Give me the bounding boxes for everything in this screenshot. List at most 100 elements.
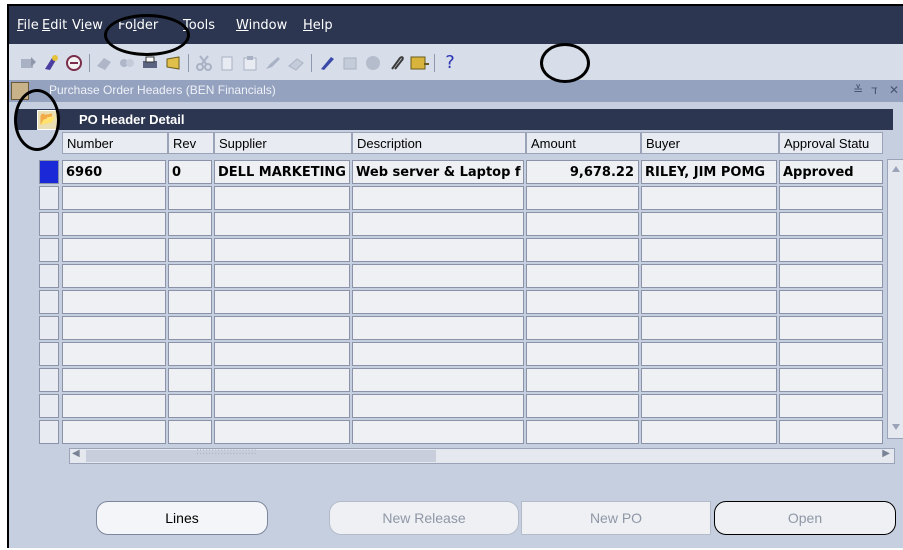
column-header-amount[interactable]: Amount [526, 132, 641, 154]
table-cell-empty[interactable] [641, 420, 777, 444]
row-selector[interactable] [39, 420, 59, 444]
paste-icon[interactable] [241, 54, 259, 72]
column-header-supplier[interactable]: Supplier [214, 132, 352, 154]
table-cell-empty[interactable] [168, 394, 212, 418]
table-cell-empty[interactable] [214, 264, 350, 288]
new-release-button[interactable]: New Release [329, 501, 519, 535]
table-cell-empty[interactable] [779, 186, 883, 210]
table-cell-empty[interactable] [779, 290, 883, 314]
table-cell-empty[interactable] [214, 290, 350, 314]
table-cell-empty[interactable] [641, 212, 777, 236]
column-header-description[interactable]: Description [352, 132, 526, 154]
table-cell-empty[interactable] [526, 212, 639, 236]
table-cell-empty[interactable] [214, 238, 350, 262]
table-cell-empty[interactable] [168, 212, 212, 236]
row-selector[interactable] [39, 264, 59, 288]
cut-icon[interactable] [195, 54, 213, 72]
close-icon[interactable]: ✕ [889, 83, 899, 97]
table-cell-empty[interactable] [779, 394, 883, 418]
table-cell-empty[interactable] [779, 342, 883, 366]
attachments-icon[interactable] [318, 54, 336, 72]
horizontal-scroll-thumb[interactable]: :::::::::::::::::::: [86, 447, 436, 462]
table-cell-empty[interactable] [779, 316, 883, 340]
column-header-buyer[interactable]: Buyer [641, 132, 779, 154]
cell-buyer[interactable]: RILEY, JIM POMG [641, 160, 777, 184]
menu-file[interactable]: File [17, 18, 39, 33]
table-cell-empty[interactable] [641, 394, 777, 418]
switch-responsibility-icon[interactable] [118, 54, 136, 72]
lines-button[interactable]: Lines [96, 501, 268, 535]
open-button[interactable]: Open [714, 501, 896, 535]
copy-icon[interactable] [218, 54, 236, 72]
table-cell-empty[interactable] [779, 212, 883, 236]
table-cell-empty[interactable] [62, 394, 166, 418]
table-cell-empty[interactable] [641, 368, 777, 392]
table-cell-empty[interactable] [352, 342, 524, 366]
table-cell-empty[interactable] [352, 186, 524, 210]
table-cell-empty[interactable] [352, 264, 524, 288]
table-cell-empty[interactable] [168, 342, 212, 366]
print-icon[interactable] [141, 54, 159, 72]
zoom-icon[interactable] [410, 54, 429, 72]
table-cell-empty[interactable] [526, 264, 639, 288]
cell-number[interactable]: 6960 [62, 160, 166, 184]
find-icon[interactable] [42, 54, 60, 72]
table-cell-empty[interactable] [62, 238, 166, 262]
row-selector[interactable] [39, 394, 59, 418]
row-selector[interactable] [39, 290, 59, 314]
column-header-approval-status[interactable]: Approval Statu [779, 132, 883, 154]
cell-description[interactable]: Web server & Laptop f [352, 160, 524, 184]
scroll-right-icon[interactable]: ▶ [882, 448, 890, 459]
table-cell-empty[interactable] [526, 186, 639, 210]
cell-rev[interactable]: 0 [168, 160, 212, 184]
menu-help[interactable]: Help [303, 18, 333, 33]
minimize-icon[interactable]: ≚ [853, 83, 863, 97]
table-cell-empty[interactable] [168, 316, 212, 340]
cell-amount[interactable]: 9,678.22 [526, 160, 639, 184]
table-cell-empty[interactable] [62, 342, 166, 366]
column-header-rev[interactable]: Rev [168, 132, 214, 154]
table-cell-empty[interactable] [214, 368, 350, 392]
table-cell-empty[interactable] [526, 316, 639, 340]
row-selector[interactable] [39, 368, 59, 392]
table-cell-empty[interactable] [779, 264, 883, 288]
table-cell-empty[interactable] [526, 342, 639, 366]
table-cell-empty[interactable] [526, 238, 639, 262]
column-header-number[interactable]: Number [62, 132, 168, 154]
navigator-icon[interactable] [65, 54, 83, 72]
table-cell-empty[interactable] [214, 316, 350, 340]
table-cell-empty[interactable] [526, 394, 639, 418]
table-cell-empty[interactable] [168, 264, 212, 288]
table-cell-empty[interactable] [526, 420, 639, 444]
table-cell-empty[interactable] [168, 290, 212, 314]
scroll-left-icon[interactable]: ◀ [72, 448, 80, 459]
table-cell-empty[interactable] [641, 238, 777, 262]
table-cell-empty[interactable] [641, 186, 777, 210]
table-cell-empty[interactable] [62, 420, 166, 444]
table-cell-empty[interactable] [168, 186, 212, 210]
table-cell-empty[interactable] [62, 264, 166, 288]
cell-supplier[interactable]: DELL MARKETING [214, 160, 350, 184]
attachment-paperclip-icon[interactable] [387, 54, 405, 72]
menu-view[interactable]: View [72, 18, 103, 33]
save-icon[interactable] [95, 54, 113, 72]
row-selector[interactable] [39, 186, 59, 210]
table-cell-empty[interactable] [214, 420, 350, 444]
close-form-icon[interactable] [164, 54, 182, 72]
table-cell-empty[interactable] [352, 316, 524, 340]
table-cell-empty[interactable] [168, 420, 212, 444]
table-cell-empty[interactable] [214, 186, 350, 210]
clear-record-icon[interactable] [287, 54, 305, 72]
table-cell-empty[interactable] [641, 264, 777, 288]
table-cell-empty[interactable] [62, 290, 166, 314]
table-cell-empty[interactable] [641, 290, 777, 314]
table-cell-empty[interactable] [168, 368, 212, 392]
edit-field-icon[interactable] [264, 54, 282, 72]
horizontal-scrollbar[interactable]: ◀ :::::::::::::::::::: ▶ [69, 447, 895, 464]
row-selector[interactable] [39, 342, 59, 366]
table-cell-empty[interactable] [352, 420, 524, 444]
table-cell-empty[interactable] [526, 368, 639, 392]
table-cell-empty[interactable] [214, 394, 350, 418]
table-cell-empty[interactable] [62, 368, 166, 392]
table-cell-empty[interactable] [641, 316, 777, 340]
